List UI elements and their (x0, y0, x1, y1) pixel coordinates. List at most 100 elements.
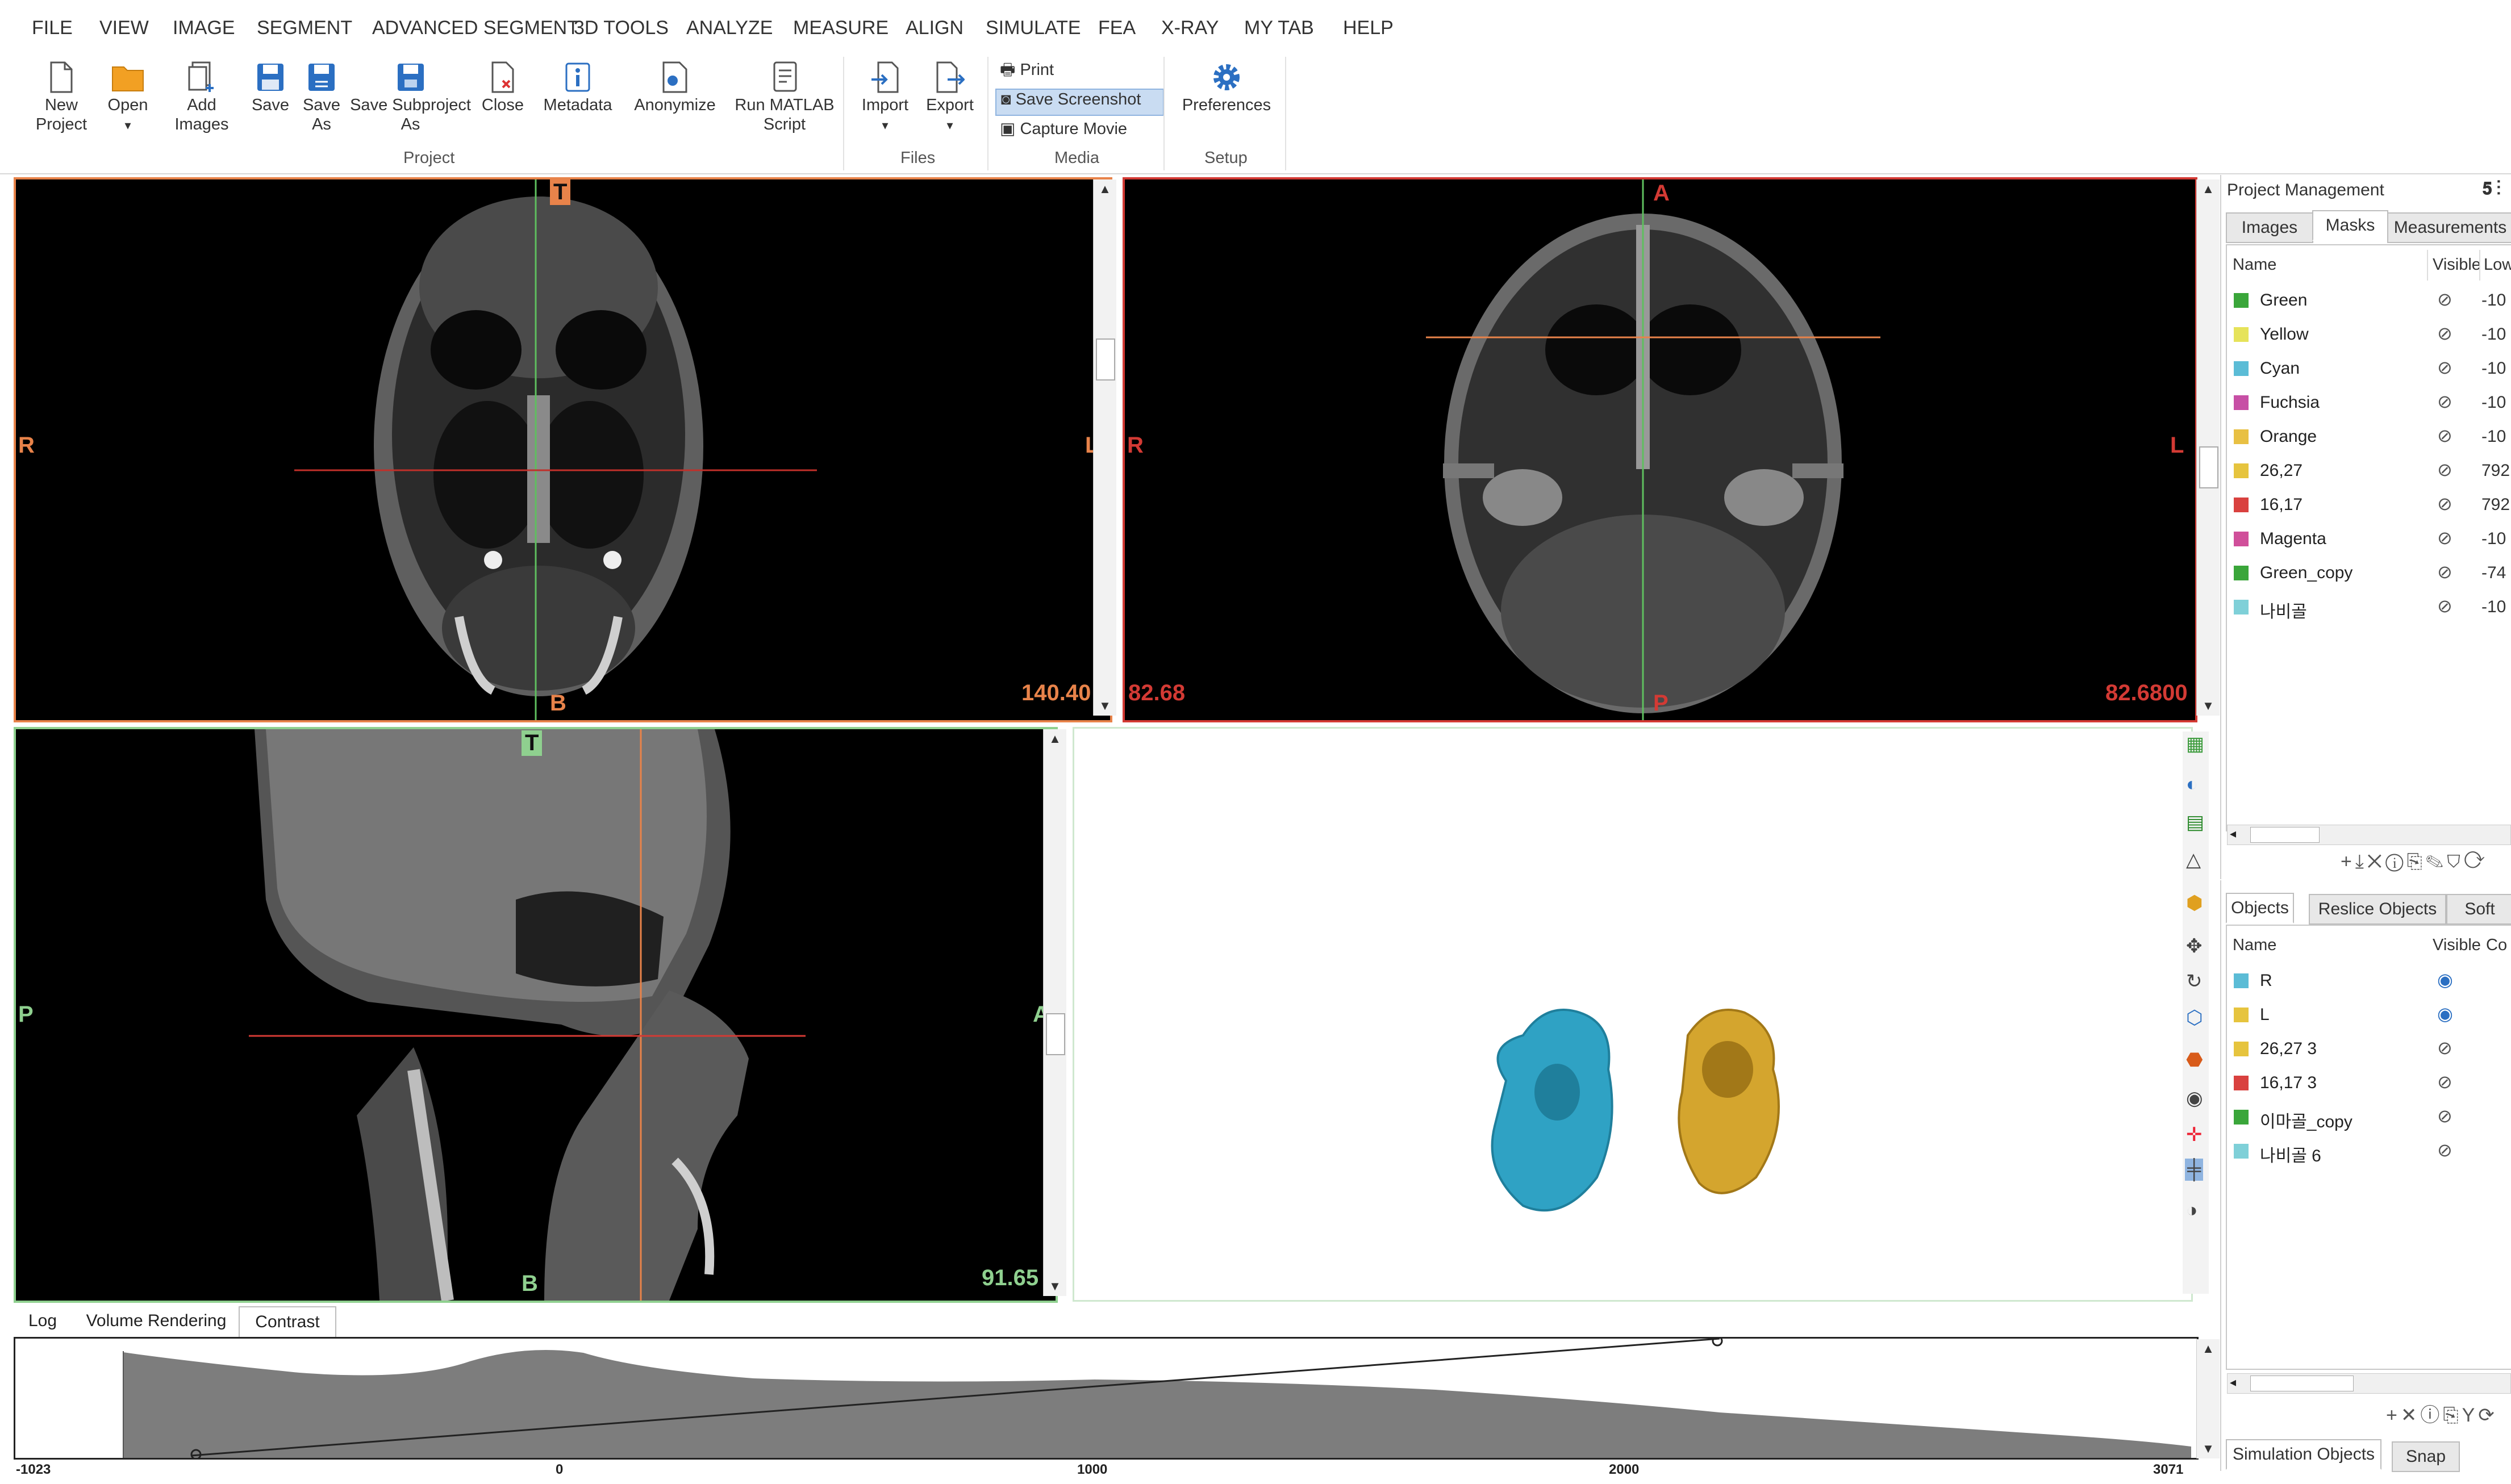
capture-movie-button[interactable]: ▣ Capture Movie (1000, 119, 1127, 139)
axes-icon[interactable]: ⬣ (2186, 1048, 2203, 1071)
scroll-up-icon[interactable]: ▲ (1094, 182, 1116, 197)
metadata-button[interactable]: Metadata (541, 61, 615, 115)
tab-images[interactable]: Images (2226, 212, 2313, 243)
object-row[interactable]: 26,27 3 ⊘ (2227, 1032, 2511, 1067)
mask-color-swatch[interactable] (2234, 293, 2249, 308)
mask-color-swatch[interactable] (2234, 429, 2249, 444)
eye-icon[interactable]: ◉ (2437, 1003, 2453, 1025)
mask-row[interactable]: Orange ⊘ -10 (2227, 420, 2511, 454)
info-icon[interactable]: ⓘ (2385, 851, 2407, 872)
add-icon[interactable]: + (2386, 1404, 2401, 1426)
tab-contrast[interactable]: Contrast (239, 1306, 336, 1337)
mask-color-swatch[interactable] (2234, 327, 2249, 342)
hidden-eye-icon[interactable]: ⊘ (2437, 493, 2452, 515)
sagittal-scroll-thumb[interactable] (1046, 1013, 1065, 1055)
hexagon-icon[interactable]: ⬢ (2186, 892, 2203, 914)
filter-icon[interactable]: Y (2462, 1404, 2479, 1426)
save-subproject-as-button[interactable]: Save Subproject As (347, 61, 474, 134)
scroll-down-icon[interactable]: ▼ (2197, 1441, 2220, 1456)
objects-hscrollbar[interactable]: ◂ (2227, 1373, 2511, 1394)
object-row[interactable]: 이마골_copy ⊘ (2227, 1101, 2511, 1135)
eye-icon[interactable]: ◉ (2186, 1087, 2203, 1110)
add-icon[interactable]: + (2341, 851, 2355, 872)
hidden-eye-icon[interactable]: ⊘ (2437, 595, 2452, 617)
pan-icon[interactable]: ✥ (2186, 935, 2203, 958)
object-row[interactable]: R ◉ (2227, 964, 2511, 998)
paint-icon[interactable]: ✎ (2426, 851, 2447, 872)
tab-volume-rendering[interactable]: Volume Rendering (80, 1306, 233, 1336)
mask-row[interactable]: 26,27 ⊘ 792 (2227, 454, 2511, 488)
mask-color-swatch[interactable] (2234, 395, 2249, 410)
open-button[interactable]: Open ▾ (102, 61, 153, 135)
mask-row[interactable]: 16,17 ⊘ 792 (2227, 488, 2511, 522)
hidden-eye-icon[interactable]: ⊘ (2437, 391, 2452, 412)
menu-3d-tools[interactable]: 3D TOOLS (574, 17, 669, 39)
slice-lines-icon[interactable]: ╪ (2185, 1159, 2204, 1181)
scroll-left-icon[interactable]: ◂ (2230, 826, 2236, 841)
tab-objects[interactable]: Objects (2226, 893, 2294, 923)
mask-row[interactable]: Green_copy ⊘ -74 (2227, 557, 2511, 591)
mask-color-swatch[interactable] (2234, 600, 2249, 614)
menu-analyze[interactable]: ANALYZE (686, 17, 773, 39)
hidden-eye-icon[interactable]: ⊘ (2437, 425, 2452, 446)
preferences-button[interactable]: Preferences (1178, 61, 1275, 115)
tab-simulation-objects[interactable]: Simulation Objects (2226, 1439, 2381, 1470)
scroll-down-icon[interactable]: ▼ (1094, 699, 1116, 713)
scroll-down-icon[interactable]: ▼ (1044, 1279, 1066, 1294)
masks-hscrollbar[interactable]: ◂ (2227, 825, 2511, 845)
menu-advanced-segment[interactable]: ADVANCED SEGMENT (372, 17, 579, 39)
rotate-icon[interactable]: ↻ (2186, 970, 2203, 993)
object-color-swatch[interactable] (2234, 1008, 2249, 1022)
axial-scroll-thumb[interactable] (2199, 446, 2218, 488)
object-color-swatch[interactable] (2234, 1042, 2249, 1056)
scroll-up-icon[interactable]: ▲ (2197, 1341, 2220, 1356)
bucket-icon[interactable]: ⛉ (2447, 851, 2464, 872)
sagittal-view[interactable]: T B P A 91.65 (14, 727, 1058, 1303)
objects-hscroll-thumb[interactable] (2250, 1376, 2354, 1391)
contrast-icon[interactable]: ◑ (2186, 1199, 2198, 1222)
mask-color-swatch[interactable] (2234, 532, 2249, 546)
globe-icon[interactable]: ◐ (2186, 774, 2198, 796)
object-color-swatch[interactable] (2234, 1076, 2249, 1090)
object-color-swatch[interactable] (2234, 973, 2249, 988)
scroll-left-icon[interactable]: ◂ (2230, 1375, 2236, 1390)
import-button[interactable]: Import ▾ (857, 61, 914, 135)
hidden-eye-icon[interactable]: ⊘ (2437, 1037, 2452, 1059)
coronal-scrollbar[interactable]: ▲ ▼ (1093, 179, 1116, 716)
hidden-eye-icon[interactable]: ⊘ (2437, 1071, 2452, 1093)
save-as-button[interactable]: Save As (299, 61, 344, 134)
axial-view[interactable]: A P R L 82.68 82.6800 (1123, 177, 2197, 722)
menu-image[interactable]: IMAGE (173, 17, 235, 39)
mask-row[interactable]: Green ⊘ -10 (2227, 284, 2511, 318)
coronal-scroll-thumb[interactable] (1096, 338, 1115, 381)
hidden-eye-icon[interactable]: ⊘ (2437, 323, 2452, 344)
contrast-histogram[interactable] (14, 1335, 2199, 1460)
hidden-eye-icon[interactable]: ⊘ (2437, 357, 2452, 378)
mask-color-swatch[interactable] (2234, 566, 2249, 580)
delete-icon[interactable]: ✕ (2401, 1404, 2421, 1426)
mask-row[interactable]: 나비골 ⊘ -10 (2227, 591, 2511, 625)
refresh-icon[interactable]: ⟳ (2478, 1404, 2498, 1426)
menu-simulate[interactable]: SIMULATE (986, 17, 1081, 39)
hidden-eye-icon[interactable]: ⊘ (2437, 289, 2452, 310)
layers-icon[interactable]: ▤ (2186, 811, 2204, 834)
download-icon[interactable]: ⤓ (2355, 851, 2367, 872)
mask-row[interactable]: Fuchsia ⊘ -10 (2227, 386, 2511, 420)
cube-icon[interactable]: ⬡ (2186, 1006, 2203, 1029)
hidden-eye-icon[interactable]: ⊘ (2437, 459, 2452, 480)
sagittal-scrollbar[interactable]: ▲ ▼ (1043, 729, 1066, 1296)
menu-fea[interactable]: FEA (1098, 17, 1136, 39)
object-color-swatch[interactable] (2234, 1144, 2249, 1159)
add-images-button[interactable]: Add Images (170, 61, 233, 134)
anonymize-button[interactable]: Anonymize (629, 61, 720, 115)
mask-row[interactable]: Magenta ⊘ -10 (2227, 522, 2511, 557)
copy-icon[interactable]: ⎘ (2443, 1404, 2462, 1426)
masks-hscroll-thumb[interactable] (2250, 827, 2320, 843)
object-row[interactable]: L ◉ (2227, 998, 2511, 1032)
save-screenshot-button[interactable]: ◙ Save Screenshot (995, 89, 1164, 116)
save-button[interactable]: Save (248, 61, 293, 115)
refresh-icon[interactable]: ⟳ (2464, 851, 2488, 872)
menu-measure[interactable]: MEASURE (793, 17, 889, 39)
hidden-eye-icon[interactable]: ⊘ (2437, 527, 2452, 549)
hidden-eye-icon[interactable]: ⊘ (2437, 561, 2452, 583)
